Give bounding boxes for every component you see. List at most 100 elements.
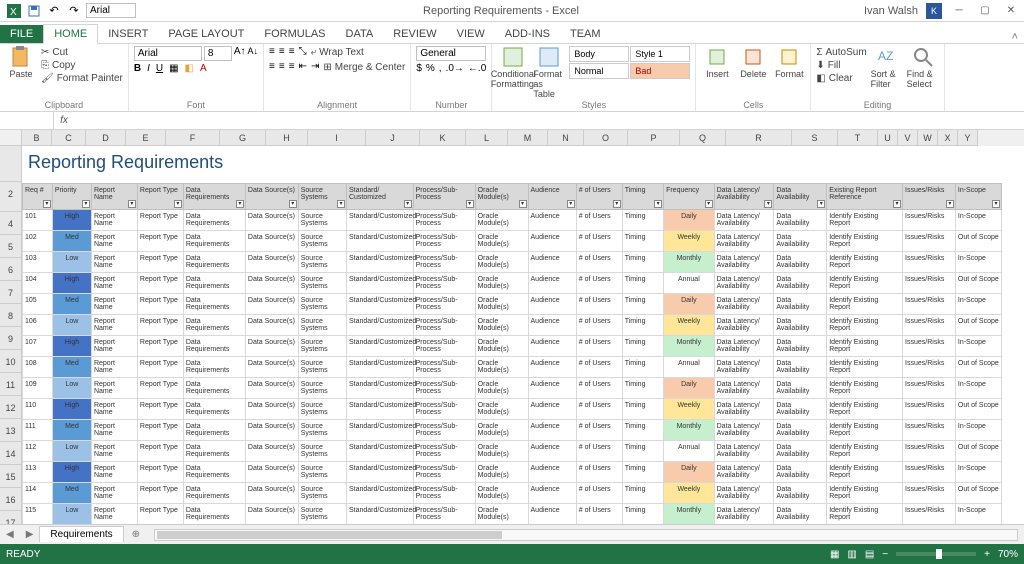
cell[interactable]: Source Systems	[298, 315, 346, 336]
cell[interactable]: 110	[23, 399, 53, 420]
cell[interactable]: Out of Scope	[955, 441, 1001, 462]
inc-decimal-icon[interactable]: .0→	[446, 63, 464, 74]
conditional-formatting-button[interactable]: Conditional Formatting	[497, 46, 529, 89]
cell[interactable]: Process/Sub-Process	[413, 462, 475, 483]
table-row[interactable]: 101HighReport NameReport TypeData Requir…	[23, 210, 1002, 231]
cell[interactable]: High	[52, 273, 91, 294]
table-header[interactable]: Audience▾	[528, 184, 576, 210]
cell[interactable]: Data Latency/ Availability	[714, 252, 774, 273]
row-header[interactable]: 17	[0, 511, 22, 524]
cell[interactable]: Process/Sub-Process	[413, 483, 475, 504]
cell[interactable]: Timing	[622, 231, 663, 252]
cell[interactable]: Source Systems	[298, 231, 346, 252]
col-header[interactable]: F	[166, 130, 220, 146]
italic-button[interactable]: I	[147, 63, 150, 74]
cell[interactable]: Audience	[528, 357, 576, 378]
table-header[interactable]: Data Source(s)▾	[245, 184, 298, 210]
cell[interactable]: Timing	[622, 357, 663, 378]
col-header[interactable]: Y	[958, 130, 978, 146]
row-header[interactable]: 12	[0, 396, 22, 419]
cell[interactable]: In-Scope	[955, 294, 1001, 315]
tab-page-layout[interactable]: PAGE LAYOUT	[158, 25, 254, 43]
orientation-icon[interactable]: ⤡	[299, 46, 307, 59]
cell[interactable]: Audience	[528, 483, 576, 504]
cell[interactable]: Identify Existing Report	[827, 462, 903, 483]
cell[interactable]: Data Availability	[774, 231, 827, 252]
cell[interactable]: Report Name	[91, 462, 137, 483]
row-header[interactable]: 5	[0, 235, 22, 258]
style-normal[interactable]: Normal	[569, 63, 629, 79]
filter-dropdown-icon[interactable]: ▾	[174, 200, 182, 208]
currency-icon[interactable]: $	[416, 63, 422, 74]
cell[interactable]: Data Availability	[774, 294, 827, 315]
tab-addins[interactable]: ADD-INS	[495, 25, 560, 43]
filter-dropdown-icon[interactable]: ▾	[613, 200, 621, 208]
align-right-icon[interactable]: ≡	[289, 61, 295, 74]
cell[interactable]: Issues/Risks	[903, 483, 956, 504]
cell[interactable]: Oracle Module(s)	[475, 420, 528, 441]
cell[interactable]: Issues/Risks	[903, 315, 956, 336]
shrink-font-icon[interactable]: A↓	[248, 46, 259, 61]
sort-filter-button[interactable]: AZSort & Filter	[871, 46, 903, 89]
cell[interactable]: Source Systems	[298, 462, 346, 483]
cell[interactable]: Data Availability	[774, 378, 827, 399]
table-row[interactable]: 106LowReport NameReport TypeData Require…	[23, 315, 1002, 336]
cell[interactable]: Oracle Module(s)	[475, 252, 528, 273]
cell[interactable]: # of Users	[576, 462, 622, 483]
table-header[interactable]: Existing Report Reference▾	[827, 184, 903, 210]
cell[interactable]: Audience	[528, 315, 576, 336]
cell[interactable]: Data Latency/ Availability	[714, 294, 774, 315]
cell[interactable]: Report Type	[137, 504, 183, 525]
cell[interactable]: Report Name	[91, 357, 137, 378]
sheet-content[interactable]: Reporting Requirements Req #▾Priority▾Re…	[22, 146, 1024, 524]
table-header[interactable]: Oracle Module(s)▾	[475, 184, 528, 210]
col-header[interactable]: D	[86, 130, 126, 146]
cell[interactable]: Low	[52, 504, 91, 525]
cell[interactable]: Oracle Module(s)	[475, 483, 528, 504]
tab-team[interactable]: TEAM	[560, 25, 611, 43]
cell[interactable]: Out of Scope	[955, 357, 1001, 378]
cell[interactable]: Standard/Customized	[346, 357, 413, 378]
cell[interactable]: Data Source(s)	[245, 315, 298, 336]
cell[interactable]: Data Source(s)	[245, 399, 298, 420]
row-header[interactable]: 7	[0, 281, 22, 304]
view-normal-icon[interactable]: ▦	[830, 549, 839, 560]
cell[interactable]: Report Type	[137, 231, 183, 252]
cell[interactable]: Oracle Module(s)	[475, 336, 528, 357]
table-row[interactable]: 114MedReport NameReport TypeData Require…	[23, 483, 1002, 504]
cell[interactable]: Data Latency/ Availability	[714, 231, 774, 252]
cell[interactable]: Oracle Module(s)	[475, 504, 528, 525]
table-header[interactable]: Data Latency/ Availability▾	[714, 184, 774, 210]
cell[interactable]: Data Availability	[774, 441, 827, 462]
col-header[interactable]: K	[420, 130, 466, 146]
user-avatar[interactable]: K	[926, 3, 942, 19]
view-layout-icon[interactable]: ▥	[847, 549, 856, 560]
close-button[interactable]: ✕	[998, 1, 1024, 21]
cell[interactable]: Issues/Risks	[903, 357, 956, 378]
tab-home[interactable]: HOME	[43, 24, 98, 44]
cell[interactable]: Source Systems	[298, 252, 346, 273]
cell[interactable]: Audience	[528, 504, 576, 525]
cell[interactable]: Process/Sub-Process	[413, 252, 475, 273]
cell[interactable]: Data Requirements	[183, 231, 245, 252]
cell[interactable]: Standard/Customized	[346, 273, 413, 294]
cell[interactable]: Oracle Module(s)	[475, 399, 528, 420]
cell[interactable]: Out of Scope	[955, 273, 1001, 294]
cell[interactable]: Timing	[622, 378, 663, 399]
cell[interactable]: Report Type	[137, 399, 183, 420]
underline-button[interactable]: U	[156, 63, 163, 74]
font-size-select[interactable]: 8	[204, 46, 232, 61]
cell[interactable]: Report Type	[137, 210, 183, 231]
cell[interactable]: Standard/Customized	[346, 504, 413, 525]
row-header[interactable]: 13	[0, 419, 22, 442]
cell[interactable]: Standard/Customized	[346, 336, 413, 357]
indent-dec-icon[interactable]: ⇤	[299, 61, 307, 74]
cell[interactable]: Weekly	[664, 315, 715, 336]
cell[interactable]: Identify Existing Report	[827, 252, 903, 273]
cell[interactable]: Timing	[622, 462, 663, 483]
col-header[interactable]: N	[548, 130, 584, 146]
row-header[interactable]: 16	[0, 488, 22, 511]
cell[interactable]: # of Users	[576, 504, 622, 525]
table-row[interactable]: 113HighReport NameReport TypeData Requir…	[23, 462, 1002, 483]
cell[interactable]: Report Name	[91, 399, 137, 420]
